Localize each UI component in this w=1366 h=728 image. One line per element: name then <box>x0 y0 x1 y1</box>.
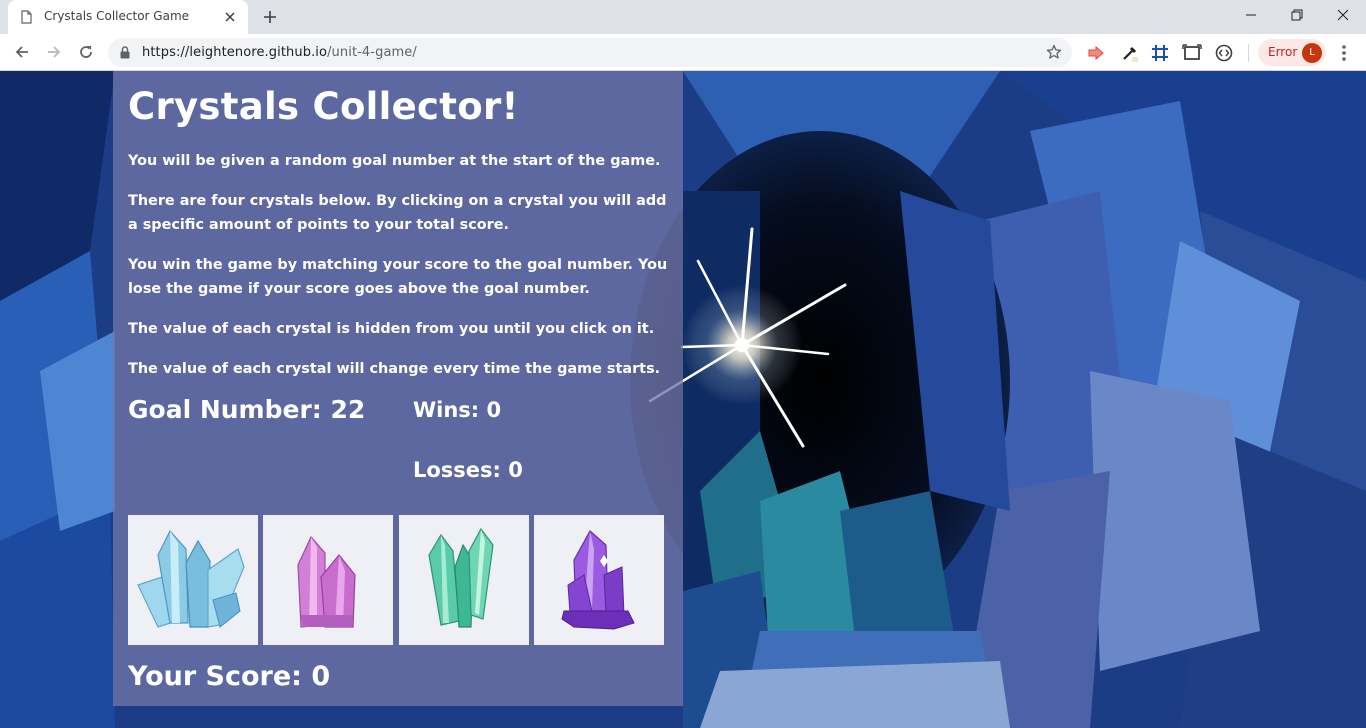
game-panel: Crystals Collector! You will be given a … <box>113 71 683 706</box>
instruction-text: The value of each crystal will change ev… <box>128 361 661 377</box>
reload-icon <box>80 46 92 58</box>
arrow-right-icon <box>48 46 61 58</box>
restore-button[interactable] <box>1274 0 1320 30</box>
purple-crystal-icon <box>561 530 635 630</box>
plus-icon <box>264 11 276 23</box>
url-path: /unit-4-game/ <box>327 45 417 60</box>
toolbar-divider <box>1248 44 1249 62</box>
instruction-text: You will be given a random goal number a… <box>128 153 661 169</box>
close-icon <box>225 12 235 22</box>
grid-crop-icon[interactable] <box>1150 43 1170 63</box>
losses-counter: Losses: 0 <box>413 458 523 482</box>
arrow-left-icon <box>15 46 28 58</box>
page-title: Crystals Collector! <box>128 85 519 128</box>
instruction-text: The value of each crystal is hidden from… <box>128 321 655 337</box>
crystal-button-pink[interactable] <box>263 515 393 645</box>
address-bar[interactable]: https://leightenore.github.io/unit-4-gam… <box>108 38 1072 67</box>
green-crystal-icon <box>428 527 494 628</box>
minimize-button[interactable] <box>1228 0 1274 30</box>
blue-crystal-icon <box>137 529 245 628</box>
avatar: L <box>1302 43 1322 63</box>
new-tab-button[interactable] <box>258 5 282 29</box>
extension-arrow-icon[interactable] <box>1086 43 1106 63</box>
page-icon <box>21 10 32 24</box>
close-icon <box>1337 9 1349 21</box>
tab-close-button[interactable] <box>221 8 239 26</box>
restore-icon <box>1291 9 1303 21</box>
tab-title: Crystals Collector Game <box>44 9 190 23</box>
goal-number: Goal Number: 22 <box>128 395 366 424</box>
browser-toolbar: https://leightenore.github.io/unit-4-gam… <box>0 34 1366 71</box>
bookmark-star-icon[interactable] <box>1046 44 1062 60</box>
profile-error-button[interactable]: Error L <box>1258 39 1326 66</box>
error-label: Error <box>1268 45 1298 59</box>
pink-crystal-icon <box>297 535 356 628</box>
forward-button[interactable] <box>40 38 68 66</box>
more-menu-icon[interactable] <box>1334 42 1354 64</box>
instruction-text: There are four crystals below. By clicki… <box>128 193 667 233</box>
eyedropper-icon[interactable] <box>1120 43 1140 63</box>
crystal-button-green[interactable] <box>399 515 529 645</box>
back-button[interactable] <box>8 38 36 66</box>
wins-counter: Wins: 0 <box>413 398 502 422</box>
crystal-button-purple[interactable] <box>534 515 664 645</box>
code-circle-icon[interactable] <box>1214 43 1234 63</box>
screenshot-frame-icon[interactable] <box>1182 43 1202 63</box>
lock-icon <box>120 46 130 59</box>
reload-button[interactable] <box>72 38 100 66</box>
browser-tab[interactable]: Crystals Collector Game <box>8 0 248 34</box>
crystal-button-blue[interactable] <box>128 515 258 645</box>
page-viewport: Crystals Collector! You will be given a … <box>0 71 1366 728</box>
url-text: https://leightenore.github.io/unit-4-gam… <box>142 45 417 60</box>
url-host: https://leightenore.github.io <box>142 45 328 60</box>
browser-tab-strip: Crystals Collector Game <box>0 0 1366 34</box>
score-display: Your Score: 0 <box>128 661 331 692</box>
minimize-icon <box>1246 14 1256 16</box>
close-window-button[interactable] <box>1320 0 1366 30</box>
instruction-text: You win the game by matching your score … <box>128 257 668 297</box>
